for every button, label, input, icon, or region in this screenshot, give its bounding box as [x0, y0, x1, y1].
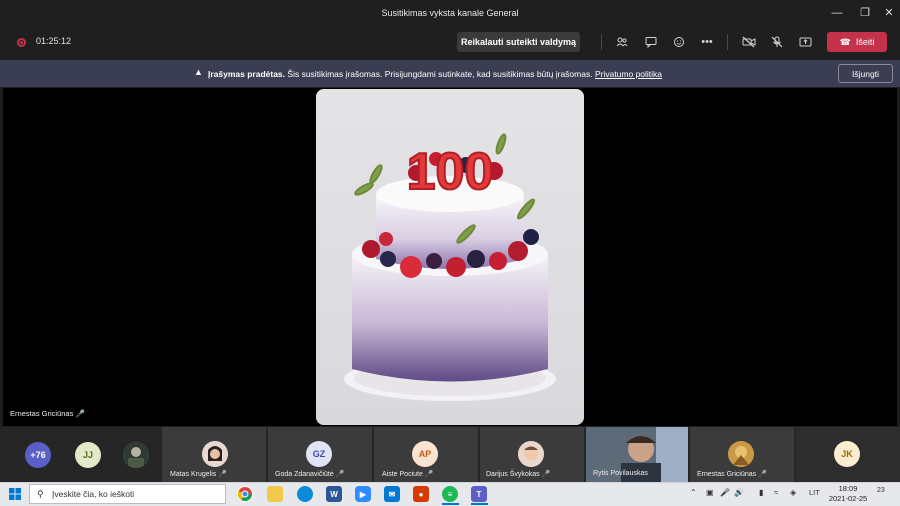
toolbar-divider [727, 34, 728, 50]
dismiss-banner-button[interactable]: Išjungti [838, 64, 893, 83]
camera-off-icon[interactable] [740, 33, 758, 51]
clock-time: 18:09 [838, 484, 858, 493]
clock-date: 2021-02-25 [828, 494, 868, 503]
show-hidden-icons-icon[interactable]: ⌃ [690, 488, 697, 497]
battery-icon[interactable]: ▮ [759, 488, 763, 497]
window-title-bar: Susitikimas vyksta kanale General [0, 0, 900, 25]
participant-avatar-jk: JK [834, 441, 860, 467]
banner-message: Šis susitikimas įrašomas. Prisijungdami … [287, 69, 593, 79]
mic-icon: 🎤 [75, 409, 85, 418]
chrome-icon[interactable] [237, 486, 253, 502]
toolbar-divider [601, 34, 602, 50]
presenter-name: Ernestas Griciūnas 🎤 [10, 409, 85, 418]
participant-name-text: Rytis Povilauskas [593, 470, 648, 477]
mic-off-icon[interactable] [768, 33, 786, 51]
teams-icon[interactable]: T [471, 486, 487, 502]
close-icon[interactable]: ✕ [874, 0, 900, 25]
participants-icon[interactable] [613, 33, 631, 51]
active-app-indicator [442, 503, 459, 505]
app-icon[interactable]: ● [413, 486, 429, 502]
participant-avatar [518, 441, 544, 467]
participant-avatar-photo[interactable] [123, 442, 149, 468]
participant-name: Rytis Povilauskas [593, 470, 648, 477]
warning-icon: ▲ [194, 67, 203, 77]
participant-name-text: Matas Krugelis [170, 471, 217, 478]
participant-name-text: Goda Zdanavičiūtė [275, 471, 334, 478]
reactions-icon[interactable] [670, 33, 688, 51]
taskbar-clock[interactable]: 18:09 2021-02-25 [828, 484, 868, 504]
notifications-icon[interactable]: 23 [877, 487, 885, 494]
cake-number: 100 [407, 143, 494, 201]
active-app-indicator [471, 503, 488, 505]
recording-indicator-icon [17, 38, 26, 47]
chat-icon[interactable] [642, 33, 660, 51]
share-icon[interactable] [796, 33, 814, 51]
meeting-toolbar [0, 25, 900, 60]
mic-icon: 🎤 [424, 471, 434, 478]
search-placeholder: Įveskite čia, ko ieškoti [52, 489, 135, 499]
mic-icon: 🎤 [541, 471, 551, 478]
banner-title: Įrašymas pradėtas. [208, 69, 286, 79]
file-explorer-icon[interactable] [267, 486, 283, 502]
participant-name: Goda Zdanavičiūtė 🎤 [275, 470, 344, 478]
leave-button-label: Išeiti [855, 37, 875, 47]
participant-name-text: Ernestas Griciūnas [697, 471, 757, 478]
cake-image: 100 [316, 89, 584, 425]
window-title: Susitikimas vyksta kanale General [381, 7, 519, 18]
participant-name: Darijus Švykokas 🎤 [486, 470, 550, 478]
zoom-icon[interactable]: ▶ [355, 486, 371, 502]
mail-icon[interactable]: ✉ [384, 486, 400, 502]
windows-start-icon[interactable] [8, 487, 22, 501]
presenter-name-label: Ernestas Griciūnas [10, 409, 74, 418]
privacy-policy-link[interactable]: Privatumo politika [595, 69, 662, 79]
participant-name: Aiste Pociute 🎤 [382, 470, 434, 478]
volume-icon[interactable]: 🔊 [734, 488, 744, 497]
request-control-button[interactable]: Reikalauti suteikti valdymą [457, 32, 580, 52]
participant-avatar-jj[interactable]: JJ [75, 442, 101, 468]
mic-icon: 🎤 [218, 471, 227, 478]
spotify-icon[interactable]: ≡ [442, 486, 458, 502]
wifi-icon[interactable]: ◈ [790, 488, 796, 497]
participant-avatar-gz: GZ [306, 441, 332, 467]
participant-avatar [728, 441, 754, 467]
participant-name-text: Darijus Švykokas [486, 471, 540, 478]
recording-banner-text: Įrašymas pradėtas. Šis susitikimas įrašo… [208, 69, 662, 79]
hang-up-icon: ☎ [839, 36, 851, 47]
language-indicator[interactable]: LIT [809, 488, 820, 497]
participant-avatar-ap: AP [412, 441, 438, 467]
leave-button[interactable]: ☎ Išeiti [827, 32, 887, 52]
taskbar-search-input[interactable]: ⚲ Įveskite čia, ko ieškoti [29, 484, 226, 504]
participant-name: Ernestas Griciūnas 🎤 [697, 470, 767, 478]
search-icon: ⚲ [37, 489, 44, 499]
meeting-timer: 01:25:12 [36, 36, 72, 46]
mic-icon: 🎤 [335, 471, 345, 478]
network-icon[interactable]: ≈ [774, 488, 778, 497]
participant-name: Matas Krugelis 🎤 [170, 470, 227, 478]
participant-avatar [202, 441, 228, 467]
overflow-participants-button[interactable]: +76 [25, 442, 51, 468]
minimize-icon[interactable]: — [822, 0, 852, 25]
more-icon[interactable]: ••• [698, 33, 716, 51]
notification-count: 23 [877, 487, 885, 494]
cake-topper-number: 100 [406, 142, 495, 202]
participant-name-text: Aiste Pociute [382, 471, 423, 478]
edge-icon[interactable] [297, 486, 313, 502]
microphone-tray-icon[interactable]: 🎤 [720, 488, 730, 497]
mic-icon: 🎤 [758, 471, 767, 478]
word-icon[interactable]: W [326, 486, 342, 502]
tray-app-icon[interactable]: ▣ [706, 488, 714, 497]
shared-video: 100 [316, 89, 584, 425]
